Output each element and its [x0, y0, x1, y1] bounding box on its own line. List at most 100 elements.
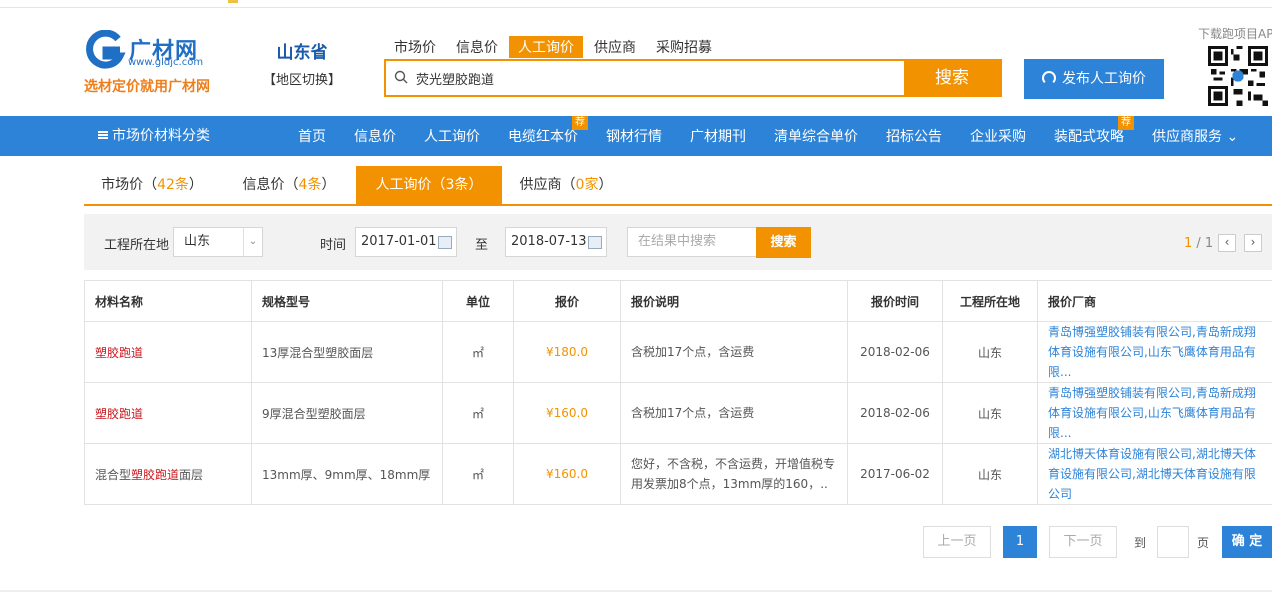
main-nav: 市场价材料分类 首页 信息价 人工询价 电缆红本价 荐 钢材行情 广材期刊 清单… [0, 116, 1272, 156]
date-cell: 2017-06-02 [847, 443, 943, 505]
col-unit: 单位 [442, 280, 514, 322]
region-switch-link[interactable]: 【地区切换】 [262, 69, 342, 88]
headset-icon [1042, 71, 1056, 85]
page-number-button[interactable]: 1 [1003, 526, 1037, 558]
nav-item-info-price[interactable]: 信息价 [354, 116, 396, 156]
search-button[interactable]: 搜索 [904, 61, 1000, 95]
desc-cell: 含税加17个点，含运费 [620, 382, 848, 444]
date-from-input[interactable]: 2017-01-01 [355, 227, 457, 257]
location-cell: 山东 [942, 443, 1038, 505]
nav-item-cable-price[interactable]: 电缆红本价 [508, 116, 578, 156]
tab-market-price[interactable]: 市场价（42条） [84, 166, 220, 204]
next-page-icon[interactable]: › [1244, 234, 1262, 252]
col-material-name: 材料名称 [84, 280, 252, 322]
publish-label: 发布人工询价 [1062, 71, 1146, 87]
unit-cell: ㎡ [442, 443, 514, 505]
desc-cell: 您好，不含税，不含运费，开增值税专用发票加8个点，13mm厚的160，.. [620, 443, 848, 505]
nav-item-procurement[interactable]: 企业采购 [970, 116, 1026, 156]
nav-item-supplier-service[interactable]: 供应商服务 ⌄ [1152, 116, 1238, 156]
time-label: 时间 [320, 238, 347, 253]
col-spec: 规格型号 [251, 280, 443, 322]
result-search-button[interactable]: 搜索 [756, 227, 811, 258]
chevron-down-icon: ⌄ [1226, 129, 1239, 145]
download-app-text[interactable]: 下载跑项目APP [1198, 25, 1272, 42]
calendar-icon[interactable] [588, 236, 602, 249]
search-tab-supplier[interactable]: 供应商 [585, 36, 645, 58]
nav-item-manual-inquiry[interactable]: 人工询价 [424, 116, 480, 156]
qr-code-icon [1208, 46, 1268, 106]
prev-page-icon[interactable]: ‹ [1218, 234, 1236, 252]
confirm-button[interactable]: 确 定 [1222, 526, 1272, 558]
location-select[interactable]: 山东 ⌄ [173, 227, 263, 257]
logo-g-icon [86, 30, 126, 69]
next-page-button[interactable]: 下一页 [1049, 526, 1117, 558]
nav-item-steel[interactable]: 钢材行情 [606, 116, 662, 156]
search-icon [394, 70, 408, 84]
search-tab-procurement[interactable]: 采购招募 [647, 36, 721, 58]
nav-item-journal[interactable]: 广材期刊 [690, 116, 746, 156]
material-name[interactable]: 塑胶跑道 [84, 382, 252, 444]
result-search-input[interactable]: 在结果中搜索 [627, 227, 757, 257]
result-tabs: 市场价（42条） 信息价（4条） 人工询价（3条） 供应商（0家） [84, 166, 1272, 206]
table-row[interactable]: 塑胶跑道 13厚混合型塑胶面层 ㎡ ¥180.0 含税加17个点，含运费 201… [84, 321, 1272, 383]
recommend-badge: 荐 [1118, 116, 1134, 130]
nav-category-label: 市场价材料分类 [112, 128, 210, 144]
main-search: 搜索 [384, 59, 1002, 97]
nav-item-prefab[interactable]: 装配式攻略 [1054, 116, 1124, 156]
search-type-tabs: 市场价 信息价 人工询价 供应商 采购招募 [385, 36, 723, 58]
price-cell: ¥160.0 [513, 382, 621, 444]
tab-info-price[interactable]: 信息价（4条） [224, 166, 354, 204]
location-label: 工程所在地 [104, 238, 170, 253]
nav-category-menu[interactable]: 市场价材料分类 [98, 116, 210, 156]
date-cell: 2018-02-06 [847, 382, 943, 444]
location-cell: 山东 [942, 321, 1038, 383]
tab-manual-inquiry[interactable]: 人工询价（3条） [356, 166, 502, 204]
table-row[interactable]: 混合型塑胶跑道面层 13mm厚、9mm厚、18mm厚 ㎡ ¥160.0 您好，不… [84, 443, 1272, 505]
col-vendor: 报价厂商 [1037, 280, 1272, 322]
province-label: 山东省 [276, 43, 328, 63]
date-cell: 2018-02-06 [847, 321, 943, 383]
spec-cell: 9厚混合型塑胶面层 [251, 382, 443, 444]
recommend-badge: 荐 [572, 116, 588, 130]
page-indicator: 1 / 1 [1184, 236, 1214, 251]
search-input[interactable] [416, 68, 896, 88]
col-location: 工程所在地 [942, 280, 1038, 322]
nav-item-tender[interactable]: 招标公告 [886, 116, 942, 156]
pagination: 上一页 1 下一页 到 页 确 定 [0, 526, 1272, 558]
vendor-link[interactable]: 青岛博强塑胶铺装有限公司,青岛新成翔体育设施有限公司,山东飞鹰体育用品有限... [1037, 321, 1272, 383]
vendor-link[interactable]: 湖北博天体育设施有限公司,湖北博天体育设施有限公司,湖北博天体育设施有限公司 [1037, 443, 1272, 505]
to-label: 至 [475, 238, 489, 253]
logo-slogan: 选材定价就用广材网 [84, 79, 210, 95]
date-to-input[interactable]: 2018-07-13 [505, 227, 607, 257]
site-logo[interactable]: 广材网 www.gldjc.com 选材定价就用广材网 [84, 30, 219, 96]
material-name[interactable]: 混合型塑胶跑道面层 [84, 443, 252, 505]
spec-cell: 13厚混合型塑胶面层 [251, 321, 443, 383]
unit-cell: ㎡ [442, 321, 514, 383]
nav-item-unit-price[interactable]: 清单综合单价 [774, 116, 858, 156]
results-table: 材料名称 规格型号 单位 报价 报价说明 报价时间 工程所在地 报价厂商 塑胶跑… [84, 280, 1272, 505]
search-tab-market[interactable]: 市场价 [385, 36, 445, 58]
price-cell: ¥180.0 [513, 321, 621, 383]
nav-item-label: 供应商服务 [1152, 129, 1222, 145]
publish-inquiry-button[interactable]: 发布人工询价 [1024, 59, 1164, 99]
nav-item-home[interactable]: 首页 [298, 116, 326, 156]
spec-cell: 13mm厚、9mm厚、18mm厚 [251, 443, 443, 505]
prev-page-button[interactable]: 上一页 [923, 526, 991, 558]
price-cell: ¥160.0 [513, 443, 621, 505]
search-tab-info[interactable]: 信息价 [447, 36, 507, 58]
vendor-link[interactable]: 青岛博强塑胶铺装有限公司,青岛新成翔体育设施有限公司,山东飞鹰体育用品有限... [1037, 382, 1272, 444]
calendar-icon[interactable] [438, 236, 452, 249]
location-cell: 山东 [942, 382, 1038, 444]
tab-supplier[interactable]: 供应商（0家） [504, 166, 628, 204]
chevron-down-icon: ⌄ [243, 228, 262, 256]
logo-url: www.gldjc.com [128, 57, 204, 68]
table-row[interactable]: 塑胶跑道 9厚混合型塑胶面层 ㎡ ¥160.0 含税加17个点，含运费 2018… [84, 382, 1272, 444]
col-desc: 报价说明 [620, 280, 848, 322]
search-tab-manual[interactable]: 人工询价 [509, 36, 583, 58]
region-selector: 山东省 【地区切换】 [262, 38, 342, 88]
filter-bar: 工程所在地 山东 ⌄ 时间 2017-01-01 至 2018-07-13 在结果… [84, 214, 1272, 270]
material-name[interactable]: 塑胶跑道 [84, 321, 252, 383]
page-jump-input[interactable] [1157, 526, 1189, 558]
unit-cell: ㎡ [442, 382, 514, 444]
menu-icon [98, 131, 108, 139]
